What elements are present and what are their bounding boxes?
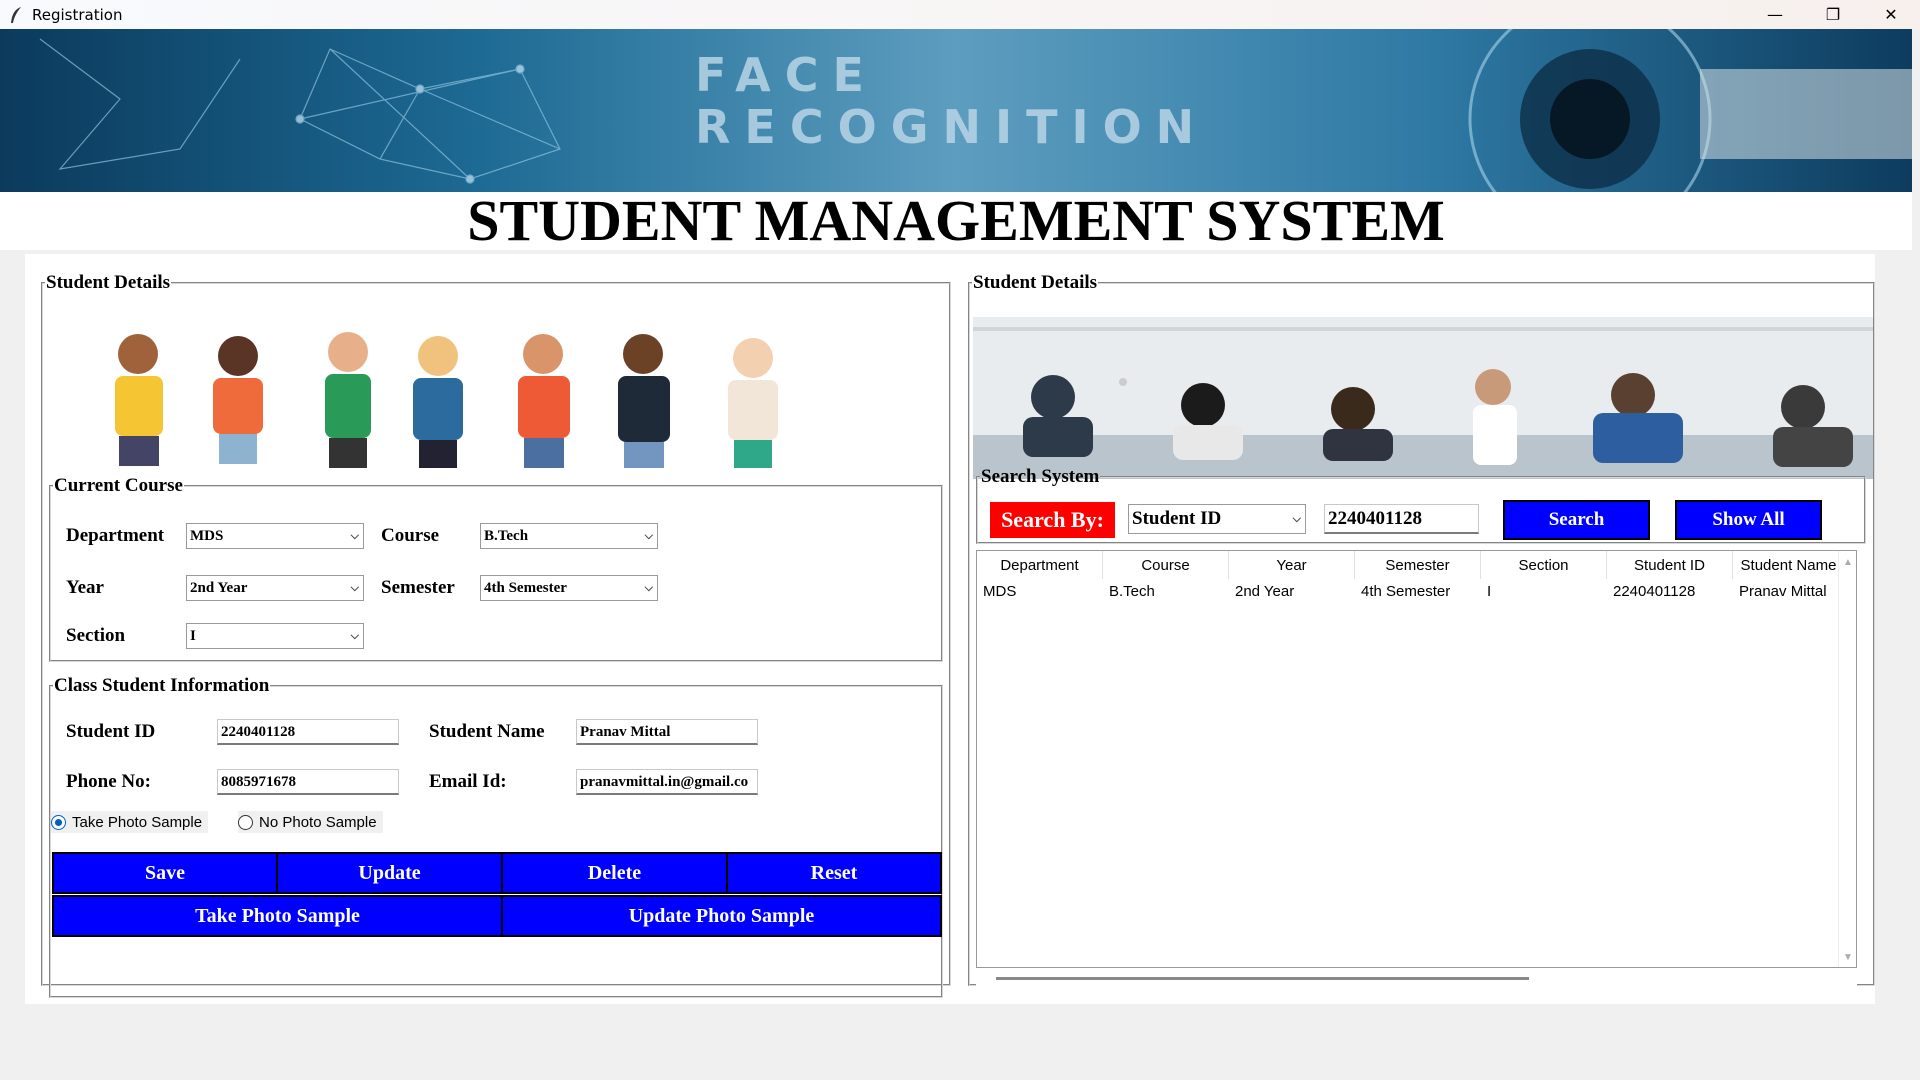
semester-value: 4th Semester (484, 580, 567, 596)
section-label: Section (66, 625, 126, 646)
year-select[interactable]: 2nd Year ⌵ (186, 575, 364, 601)
student-id-input[interactable]: 2240401128 (217, 719, 399, 745)
update-button[interactable]: Update (276, 852, 503, 894)
close-button[interactable]: ✕ (1862, 0, 1920, 29)
banner-line-1: FACE (695, 48, 878, 102)
banner-text: FACE RECOGNITION (695, 49, 1208, 153)
students-illustration (115, 332, 778, 468)
scroll-down-icon[interactable]: ▼ (1843, 952, 1853, 963)
course-value: B.Tech (484, 528, 529, 544)
no-photo-radio[interactable]: No Photo Sample (238, 811, 383, 833)
search-system-title: Search System (981, 466, 1100, 487)
main-frame: Student Details Current Course Departmen… (25, 254, 1875, 1004)
chevron-down-icon: ⌵ (350, 581, 359, 594)
search-button[interactable]: Search (1503, 500, 1650, 540)
no-photo-radio-label: No Photo Sample (259, 813, 377, 831)
cell-course: B.Tech (1109, 583, 1155, 600)
cell-year: 2nd Year (1235, 583, 1295, 600)
take-photo-radio-label: Take Photo Sample (72, 813, 203, 831)
phone-input[interactable]: 8085971678 (217, 769, 399, 795)
minimize-button[interactable]: — (1746, 0, 1804, 29)
search-by-label: Search By: (990, 502, 1115, 538)
vertical-scrollbar[interactable]: ▲ ▼ (1838, 551, 1856, 967)
cell-student-name: Pranav Mittal (1739, 583, 1827, 600)
department-label: Department (66, 525, 165, 546)
take-photo-radio[interactable]: Take Photo Sample (51, 811, 209, 833)
current-course-frame: Current Course Department MDS ⌵ Course B.… (49, 475, 943, 662)
chevron-down-icon: ⌵ (350, 529, 359, 542)
department-value: MDS (190, 528, 224, 544)
column-header-student-id[interactable]: Student ID (1607, 551, 1733, 579)
chevron-down-icon: ⌵ (350, 629, 359, 642)
email-label: Email Id: (429, 771, 507, 792)
delete-button[interactable]: Delete (501, 852, 728, 894)
face-recognition-banner: FACE RECOGNITION (0, 29, 1912, 192)
year-value: 2nd Year (190, 580, 248, 596)
save-button[interactable]: Save (52, 852, 278, 894)
window-controls: — ❐ ✕ (1746, 0, 1920, 29)
column-header-student-name[interactable]: Student Name (1733, 551, 1845, 579)
radio-unselected-icon (238, 814, 253, 830)
search-system-frame: Search System Search By: Student ID ⌵ 224… (976, 466, 1866, 544)
section-value: I (190, 628, 196, 644)
class-student-info-frame: Class Student Information Student ID 224… (49, 675, 943, 998)
reset-button[interactable]: Reset (726, 852, 942, 894)
student-name-input[interactable]: Pranav Mittal (576, 719, 758, 745)
current-course-title: Current Course (54, 475, 183, 496)
table-header: Department Course Year Semester Section … (977, 551, 1845, 579)
chevron-down-icon: ⌵ (1292, 512, 1301, 525)
scroll-up-icon[interactable]: ▲ (1843, 557, 1853, 568)
table-row[interactable]: MDS B.Tech 2nd Year 4th Semester I 22404… (977, 581, 1845, 603)
column-header-semester[interactable]: Semester (1355, 551, 1481, 579)
update-photo-sample-button[interactable]: Update Photo Sample (501, 895, 942, 937)
column-header-section[interactable]: Section (1481, 551, 1607, 579)
feather-app-icon (6, 5, 26, 25)
search-by-select[interactable]: Student ID ⌵ (1128, 504, 1306, 534)
search-by-value: Student ID (1132, 508, 1222, 529)
chevron-down-icon: ⌵ (644, 581, 653, 594)
title-bar: Registration — ❐ ✕ (0, 0, 1920, 29)
student-name-label: Student Name (429, 721, 545, 742)
maximize-button[interactable]: ❐ (1804, 0, 1862, 29)
year-label: Year (66, 577, 104, 598)
email-input[interactable]: pranavmittal.in@gmail.co (576, 769, 758, 795)
window-title: Registration (32, 5, 123, 24)
page-title: STUDENT MANAGEMENT SYSTEM (0, 192, 1912, 250)
left-frame-title: Student Details (46, 272, 171, 293)
cell-section: I (1487, 583, 1492, 600)
course-select[interactable]: B.Tech ⌵ (480, 523, 658, 549)
take-photo-sample-button[interactable]: Take Photo Sample (52, 895, 503, 937)
column-header-year[interactable]: Year (1229, 551, 1355, 579)
banner-line-2: RECOGNITION (695, 100, 1209, 154)
cell-department: MDS (983, 583, 1017, 600)
show-all-button[interactable]: Show All (1675, 500, 1822, 540)
semester-select[interactable]: 4th Semester ⌵ (480, 575, 658, 601)
right-student-details-frame: Student Details Search System Search By:… (968, 272, 1875, 988)
phone-label: Phone No: (66, 771, 151, 792)
radio-selected-icon (51, 814, 66, 830)
left-student-details-frame: Student Details Current Course Departmen… (41, 272, 951, 998)
cell-semester: 4th Semester (1361, 583, 1451, 600)
right-frame-title: Student Details (973, 272, 1098, 293)
semester-label: Semester (381, 577, 455, 598)
search-input[interactable]: 2240401128 (1324, 504, 1479, 534)
chevron-down-icon: ⌵ (644, 529, 653, 542)
course-label: Course (381, 525, 440, 546)
horizontal-scroll-thumb[interactable] (996, 977, 1529, 980)
department-select[interactable]: MDS ⌵ (186, 523, 364, 549)
section-select[interactable]: I ⌵ (186, 623, 364, 649)
student-id-label: Student ID (66, 721, 156, 742)
column-header-department[interactable]: Department (977, 551, 1103, 579)
student-table[interactable]: Department Course Year Semester Section … (976, 550, 1857, 968)
column-header-course[interactable]: Course (1103, 551, 1229, 579)
horizontal-scrollbar[interactable] (976, 970, 1857, 988)
app-window: Registration — ❐ ✕ FACE RECOGNITION STUD… (0, 0, 1920, 1080)
cell-student-id: 2240401128 (1613, 583, 1696, 600)
classroom-photo (973, 317, 1873, 479)
class-info-title: Class Student Information (54, 675, 270, 696)
